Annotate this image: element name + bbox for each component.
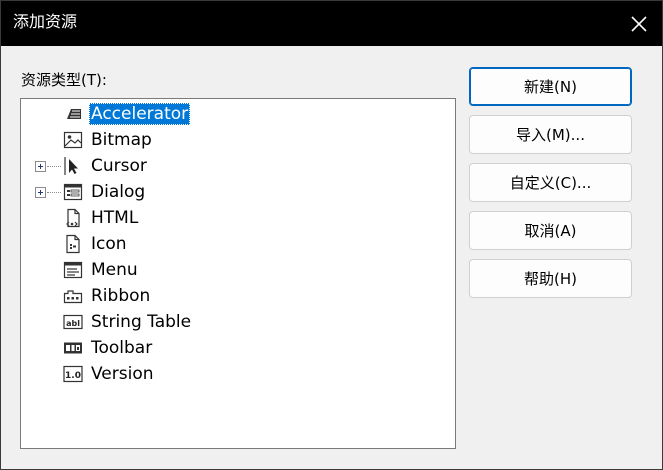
menu-icon — [63, 261, 83, 279]
svg-text:abl: abl — [66, 319, 80, 328]
title-bar: 添加资源 — [1, 1, 662, 46]
tree-item-dialog[interactable]: Dialog — [21, 179, 451, 205]
import-button[interactable]: 导入(M)... — [469, 115, 632, 154]
tree-item-label: Version — [91, 364, 154, 384]
tree-item-toolbar[interactable]: Toolbar — [21, 335, 451, 361]
string-table-icon: abl — [63, 314, 83, 330]
tree-item-icon[interactable]: Icon — [21, 231, 451, 257]
tree-item-bitmap[interactable]: Bitmap — [21, 127, 451, 153]
tree-item-cursor[interactable]: Cursor — [21, 153, 451, 179]
tree-item-label: Cursor — [91, 156, 147, 176]
dialog-title: 添加资源 — [13, 12, 78, 31]
tree-item-label: HTML — [91, 208, 139, 228]
tree-item-html[interactable]: HTML — [21, 205, 451, 231]
tree-item-label: Menu — [91, 260, 138, 280]
tree-connector — [47, 192, 61, 193]
help-button[interactable]: 帮助(H) — [469, 259, 632, 298]
tree-connector — [47, 166, 61, 167]
tree-item-label: Icon — [91, 234, 127, 254]
tree-item-accelerator[interactable]: Accelerator — [21, 101, 451, 127]
toolbar-icon — [64, 342, 82, 354]
tree-item-version[interactable]: 1.0 Version — [21, 361, 451, 387]
accelerator-icon — [67, 109, 81, 119]
svg-text:1.0: 1.0 — [65, 371, 81, 381]
close-icon — [631, 15, 647, 32]
resource-type-label: 资源类型(T): — [21, 71, 107, 89]
custom-button[interactable]: 自定义(C)... — [469, 163, 632, 202]
dialog-icon — [63, 183, 83, 201]
icon-resource-icon — [66, 234, 80, 254]
cursor-icon — [64, 157, 78, 175]
bitmap-icon — [63, 131, 83, 149]
add-resource-dialog: 添加资源 资源类型(T): Accelerator Bitmap Cursor … — [0, 0, 663, 470]
tree-item-label: Toolbar — [91, 338, 153, 358]
tree-item-label: String Table — [91, 312, 192, 332]
close-button[interactable] — [616, 1, 662, 46]
ribbon-icon — [63, 290, 83, 304]
tree-item-label: Dialog — [91, 182, 146, 202]
new-button[interactable]: 新建(N) — [469, 67, 632, 106]
tree-item-menu[interactable]: Menu — [21, 257, 451, 283]
tree-item-label: Accelerator — [89, 103, 191, 125]
expand-toggle[interactable] — [35, 161, 46, 172]
version-icon: 1.0 — [63, 365, 83, 383]
html-icon — [66, 208, 80, 228]
resource-type-tree[interactable]: Accelerator Bitmap Cursor Dialog HTML Ic… — [20, 98, 456, 449]
tree-item-label: Ribbon — [91, 286, 151, 306]
cancel-button[interactable]: 取消(A) — [469, 211, 632, 250]
tree-item-label: Bitmap — [91, 130, 152, 150]
tree-item-ribbon[interactable]: Ribbon — [21, 283, 451, 309]
tree-item-string-table[interactable]: abl String Table — [21, 309, 451, 335]
expand-toggle[interactable] — [35, 187, 46, 198]
